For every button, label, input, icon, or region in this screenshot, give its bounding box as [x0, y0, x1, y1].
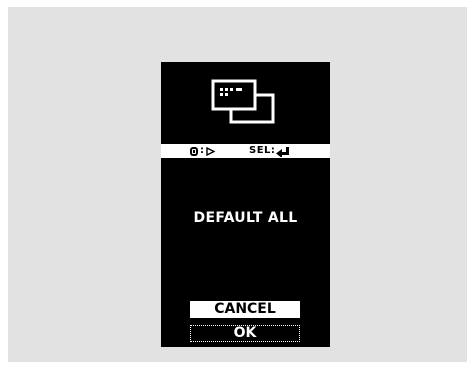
jog-dial-icon — [190, 146, 198, 156]
device-screen: : SEL: DEFAULT ALL CANCEL OK — [161, 62, 330, 347]
background-panel: : SEL: DEFAULT ALL CANCEL OK — [8, 7, 467, 362]
enter-arrow-icon — [276, 146, 290, 157]
dialog-message: DEFAULT ALL — [193, 210, 298, 226]
display-window-icon — [211, 79, 275, 124]
select-hint-label: SEL: — [249, 145, 276, 156]
navigate-hint: : — [189, 144, 215, 158]
select-hint: SEL: — [249, 144, 290, 158]
key-hint-bar: : SEL: — [161, 144, 330, 158]
cancel-button[interactable]: CANCEL — [190, 301, 300, 318]
ok-button[interactable]: OK — [190, 325, 300, 342]
navigate-hint-separator: : — [200, 145, 205, 156]
play-arrow-icon — [205, 146, 215, 156]
